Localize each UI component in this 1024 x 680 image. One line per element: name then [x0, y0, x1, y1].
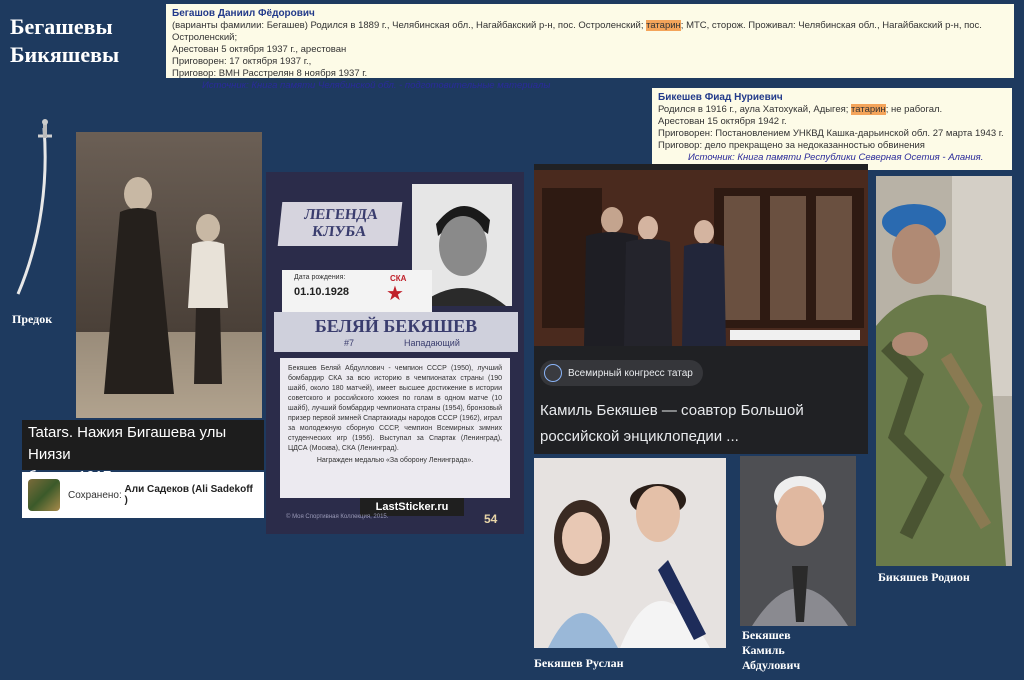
record-line: Приговор: ВМН Расстрелян 8 ноября 1937 г… — [172, 68, 368, 79]
record-name: Бегашов Даниил Фёдорович — [172, 8, 315, 19]
player-position: Нападающий — [404, 338, 460, 348]
record-line: (варианты фамилии: Бегашев) Родился в 18… — [172, 20, 982, 43]
highlight-term: татарин — [851, 104, 886, 115]
dob-label: Дата рождения: — [294, 274, 346, 281]
library-meeting-image — [534, 170, 868, 346]
soldier-label: Бикяшев Родион — [878, 570, 970, 584]
news-result-card[interactable]: Всемирный конгресс татар Камиль Бекяшев … — [534, 164, 868, 454]
card-bio: Бекяшев Беляй Абдуллович - чемпион СССР … — [280, 358, 510, 498]
team-label: СКА — [390, 274, 407, 283]
hockey-card: ЛЕГЕНДА КЛУБА Дата рождения: 01.10.1928 … — [266, 172, 524, 534]
dob-value: 01.10.1928 — [294, 286, 350, 298]
saber-icon — [16, 119, 52, 295]
card-copyright: © Моя Спортивная Коллекция, 2015. — [286, 514, 389, 520]
star-icon: ★ — [386, 283, 404, 305]
page-title-line2: Бикяшевы — [10, 42, 120, 67]
record-line: Арестован 5 октября 1937 г., арестован — [172, 44, 347, 55]
record-line: Приговор: дело прекращено за недоказанно… — [658, 140, 925, 151]
record-name: Бикешев Фиад Нуриевич — [658, 92, 783, 103]
award-text: Награжден медалью «За оборону Ленинграда… — [316, 457, 474, 464]
old-photo-caption: Tatars. Нажия Бигашева улы Ниязи белән. … — [22, 420, 264, 485]
highlight-term: татарин — [646, 20, 681, 31]
soldier-photo — [876, 176, 1012, 566]
player-name: БЕЛЯЙ БЕКЯШЕВ — [314, 316, 478, 336]
ancestor-label: Предок — [12, 312, 53, 326]
globe-icon — [544, 364, 562, 382]
caption-line: Tatars. Нажия Бигашева улы Ниязи — [28, 424, 227, 463]
news-source-name: Всемирный конгресс татар — [568, 367, 693, 379]
card-name-bar: БЕЛЯЙ БЕКЯШЕВ #7 Нападающий — [274, 312, 518, 352]
soldier-illustration — [876, 176, 1012, 566]
archive-record-begashov: Бегашов Даниил Фёдорович (варианты фамил… — [166, 4, 1014, 91]
saber-image — [12, 118, 60, 304]
couple-photo — [534, 458, 726, 648]
card-legend-banner: ЛЕГЕНДА КЛУБА — [277, 202, 403, 246]
archive-record-bikeshev: Бикешев Фиад Нуриевич Родился в 1916 г.,… — [652, 88, 1012, 170]
elderly-man-illustration — [740, 456, 856, 626]
record-line: Родился в 1916 г., аула Хатохукай, Адыге… — [658, 104, 943, 115]
old-photo-illustration — [76, 132, 262, 418]
old-family-photo — [76, 132, 262, 418]
news-title-link[interactable]: Камиль Бекяшев — соавтор Большой российс… — [540, 398, 860, 450]
bio-text: Бекяшев Беляй Абдуллович - чемпион СССР … — [288, 365, 502, 452]
record-line: Арестован 15 октября 1942 г. — [658, 116, 787, 127]
saved-by-user[interactable]: Али Садеков (Ali Sadekoff ) — [125, 484, 258, 506]
elderly-man-photo — [740, 456, 856, 626]
couple-illustration — [534, 458, 726, 648]
record-source: Источник: Книга памяти Республики Северн… — [688, 152, 984, 163]
player-number: #7 — [344, 338, 355, 348]
saved-prefix: Сохранено: — [68, 489, 122, 501]
news-source-chip[interactable]: Всемирный конгресс татар — [540, 360, 703, 386]
avatar — [28, 479, 60, 511]
elderly-man-label: Бекяшев Камиль Абдулович — [742, 628, 801, 672]
news-photo[interactable] — [534, 170, 868, 346]
card-dob-box: Дата рождения: 01.10.1928 СКА ★ — [282, 270, 432, 312]
record-line: Приговорен: 17 октября 1937 г., — [172, 56, 312, 67]
card-page-number: 54 — [484, 512, 498, 526]
record-line: Приговорен: Постановлением УНКВД Кашка-д… — [658, 128, 1004, 139]
couple-label: Бекяшев Руслан — [534, 656, 624, 670]
saved-by-box[interactable]: Сохранено: Али Садеков (Ali Sadekoff ) — [22, 472, 264, 518]
page-title-line1: Бегашевы — [10, 14, 113, 39]
